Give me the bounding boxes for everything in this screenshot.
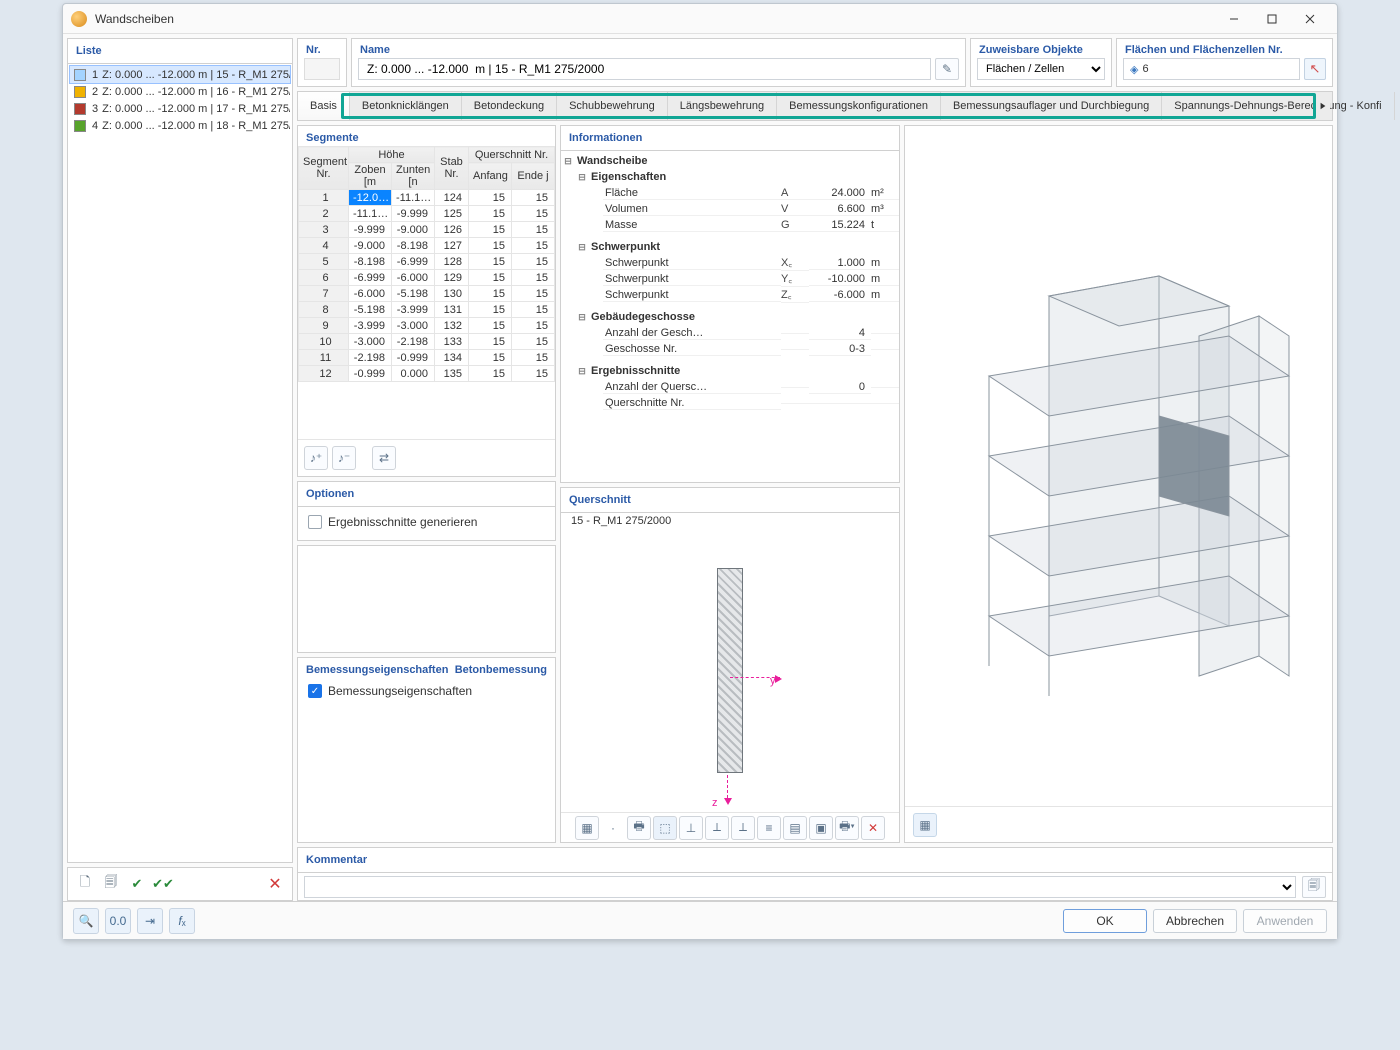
opt-results-checkbox[interactable] (308, 515, 322, 529)
seg-tool-2[interactable]: ♪⁻ (332, 446, 356, 470)
qt-10[interactable]: 🖶▾ (835, 816, 859, 840)
color-swatch-icon (74, 103, 86, 115)
info-row: ⊟Schwerpunkt (561, 239, 899, 255)
obj-select[interactable]: Flächen / Zellen (977, 58, 1105, 80)
maximize-button[interactable] (1253, 7, 1291, 31)
info-row: SchwerpunktX꜀1.000m (561, 255, 899, 271)
komm-title: Kommentar (298, 848, 1332, 873)
qt-3[interactable]: ⬚ (653, 816, 677, 840)
checkall-icon[interactable]: ✔✔ (152, 873, 174, 895)
3d-viewer[interactable] (905, 126, 1332, 806)
obj-label: Zuweisbare Objekte (971, 39, 1111, 58)
window-title: Wandscheiben (95, 12, 174, 26)
close-button[interactable] (1291, 7, 1329, 31)
footer-fx-icon[interactable]: fₓ (169, 908, 195, 934)
surface-icon: ◈ (1130, 63, 1138, 76)
info-row: VolumenV6.600m³ (561, 201, 899, 217)
qt-6[interactable]: ⟂ (731, 816, 755, 840)
bems-right-title: Betonbemessung (455, 664, 547, 676)
info-row: Anzahl der Gesch…4 (561, 325, 899, 341)
tab-betondeckung[interactable]: Betondeckung (462, 92, 557, 120)
edit-name-button[interactable]: ✎ (935, 58, 959, 80)
qt-9[interactable]: ▣ (809, 816, 833, 840)
tab-schubbewehrung[interactable]: Schubbewehrung (557, 92, 668, 120)
tab-betonknickl-ngen[interactable]: Betonknicklängen (350, 92, 462, 120)
seg-tool-3[interactable]: ⇄ (372, 446, 396, 470)
info-row: Geschosse Nr.0-3 (561, 341, 899, 357)
delete-icon[interactable]: ✕ (264, 873, 286, 895)
quer-canvas: y z (561, 529, 899, 812)
fl-label: Flächen und Flächenzellen Nr. (1117, 39, 1332, 58)
footer-help-icon[interactable]: 🔍 (73, 908, 99, 934)
info-row: SchwerpunktZ꜀-6.000m (561, 287, 899, 303)
footer-tree-icon[interactable]: ⇥ (137, 908, 163, 934)
copy-icon[interactable]: 🗐 (100, 873, 122, 895)
nr-input[interactable] (304, 58, 340, 80)
cross-section-shape (717, 568, 743, 773)
qt-5[interactable]: ⟂ (705, 816, 729, 840)
view-toggle-button[interactable]: ▦ (913, 813, 937, 837)
qt-1[interactable]: ▦ (575, 816, 599, 840)
info-row: ⊟Eigenschaften (561, 169, 899, 185)
minimize-button[interactable] (1215, 7, 1253, 31)
bems-label: Bemessungseigenschaften (328, 684, 472, 698)
color-swatch-icon (74, 69, 86, 81)
list-item[interactable]: 4Z: 0.000 ... -12.000 m | 18 - R_M1 275/… (70, 117, 290, 134)
list-item[interactable]: 3Z: 0.000 ... -12.000 m | 17 - R_M1 275/… (70, 100, 290, 117)
qt-11[interactable]: ✕ (861, 816, 885, 840)
color-swatch-icon (74, 120, 86, 132)
info-row: Anzahl der Quersc…0 (561, 379, 899, 395)
fl-input[interactable]: ◈6 (1123, 58, 1300, 80)
qt-4[interactable]: ⊥ (679, 816, 703, 840)
cancel-button[interactable]: Abbrechen (1153, 909, 1237, 933)
komm-select[interactable] (304, 876, 1296, 898)
info-row: Querschnitte Nr. (561, 395, 899, 411)
seg-tool-1[interactable]: ♪⁺ (304, 446, 328, 470)
name-label: Name (352, 39, 965, 58)
tab-bemessungskonfigurationen[interactable]: Bemessungskonfigurationen (777, 92, 941, 120)
list-title: Liste (68, 39, 292, 64)
info-row: ⊟Wandscheibe (561, 153, 899, 169)
tab-spannungs-dehnungs-berechnung-konfi[interactable]: Spannungs-Dehnungs-Berechnung - Konfi (1162, 92, 1394, 120)
info-row: ⊟Ergebnisschnitte (561, 363, 899, 379)
nr-label: Nr. (298, 39, 346, 58)
apply-button[interactable]: Anwenden (1243, 909, 1327, 933)
info-row: ⊟Gebäudegeschosse (561, 309, 899, 325)
optionen-title: Optionen (298, 482, 555, 507)
quer-title: Querschnitt (561, 488, 899, 513)
info-row: MasseG15.224t (561, 217, 899, 233)
footer-units-icon[interactable]: 0.0 (105, 908, 131, 934)
komm-copy-button[interactable]: 🗐 (1302, 876, 1326, 898)
bems-left-title: Bemessungseigenschaften (306, 664, 448, 676)
qt-7[interactable]: ≡ (757, 816, 781, 840)
list-item[interactable]: 1Z: 0.000 ... -12.000 m | 15 - R_M1 275/… (70, 66, 290, 83)
tabs-scroll-right[interactable] (1316, 92, 1330, 120)
app-icon (71, 11, 87, 27)
segmente-title: Segmente (298, 126, 555, 146)
ok-button[interactable]: OK (1063, 909, 1147, 933)
list-item[interactable]: 2Z: 0.000 ... -12.000 m | 16 - R_M1 275/… (70, 83, 290, 100)
tab-basis[interactable]: Basis (298, 92, 350, 120)
new-icon[interactable]: 🗋 (74, 873, 96, 895)
info-row: SchwerpunktY꜀-10.000m (561, 271, 899, 287)
quer-label: 15 - R_M1 275/2000 (561, 513, 899, 529)
qt-2[interactable]: 🖶 (627, 816, 651, 840)
tab-l-ngsbewehrung[interactable]: Längsbewehrung (668, 92, 777, 120)
qt-8[interactable]: ▤ (783, 816, 807, 840)
tab-bemessungsauflager-und-durchbiegung[interactable]: Bemessungsauflager und Durchbiegung (941, 92, 1162, 120)
name-input[interactable] (358, 58, 931, 80)
bems-checkbox[interactable]: ✓ (308, 684, 322, 698)
qt-sep: · (601, 816, 625, 840)
info-title: Informationen (561, 126, 899, 151)
info-row: FlächeA24.000m² (561, 185, 899, 201)
opt-results-label: Ergebnisschnitte generieren (328, 515, 477, 529)
pick-button[interactable]: ↖ (1304, 58, 1326, 80)
segmente-table[interactable]: SegmentNr. Höhe StabNr. Querschnitt Nr. … (298, 146, 555, 382)
check-icon[interactable]: ✔ (126, 873, 148, 895)
color-swatch-icon (74, 86, 86, 98)
axis-z-icon (727, 775, 728, 803)
